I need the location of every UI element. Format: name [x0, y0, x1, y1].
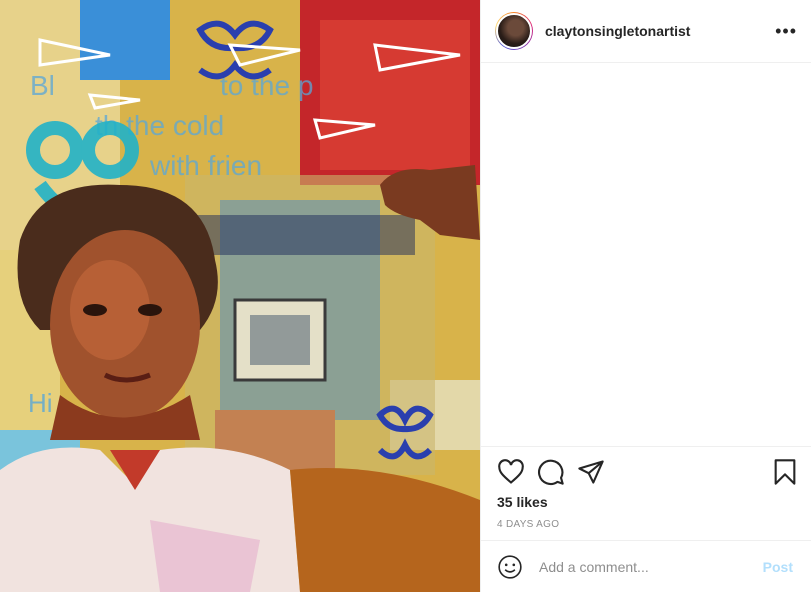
comment-form: Post	[481, 540, 811, 592]
more-options-button[interactable]: •••	[775, 22, 797, 40]
post-comment-button[interactable]: Post	[757, 558, 799, 576]
post-actions: 35 likes 4 DAYS AGO	[481, 446, 811, 540]
action-icon-row	[497, 457, 799, 487]
comment-icon[interactable]	[537, 458, 565, 486]
post-image[interactable]: Bl to the p th the cold with frien ke	[0, 0, 480, 592]
heart-icon[interactable]	[497, 458, 525, 486]
avatar-story-ring[interactable]	[495, 12, 533, 50]
post-timestamp[interactable]: 4 DAYS AGO	[497, 519, 799, 540]
painting-artwork: Bl to the p th the cold with frien ke	[0, 0, 480, 592]
svg-text:Hi: Hi	[28, 388, 53, 418]
share-icon[interactable]	[577, 458, 605, 486]
avatar[interactable]	[496, 13, 532, 49]
comments-area	[481, 63, 811, 446]
username-link[interactable]: claytonsingletonartist	[545, 23, 775, 39]
comment-input[interactable]	[537, 557, 757, 576]
instagram-post: Bl to the p th the cold with frien ke	[0, 0, 811, 592]
smiley-icon[interactable]	[497, 554, 523, 580]
bookmark-icon[interactable]	[771, 458, 799, 486]
post-header: claytonsingletonartist •••	[481, 0, 811, 63]
post-side-panel: claytonsingletonartist ••• 35 likes 4 DA…	[480, 0, 811, 592]
likes-count[interactable]: 35 likes	[497, 494, 799, 510]
painting-text-4: with frien	[149, 150, 262, 181]
painting-text-1: Bl	[30, 70, 55, 101]
